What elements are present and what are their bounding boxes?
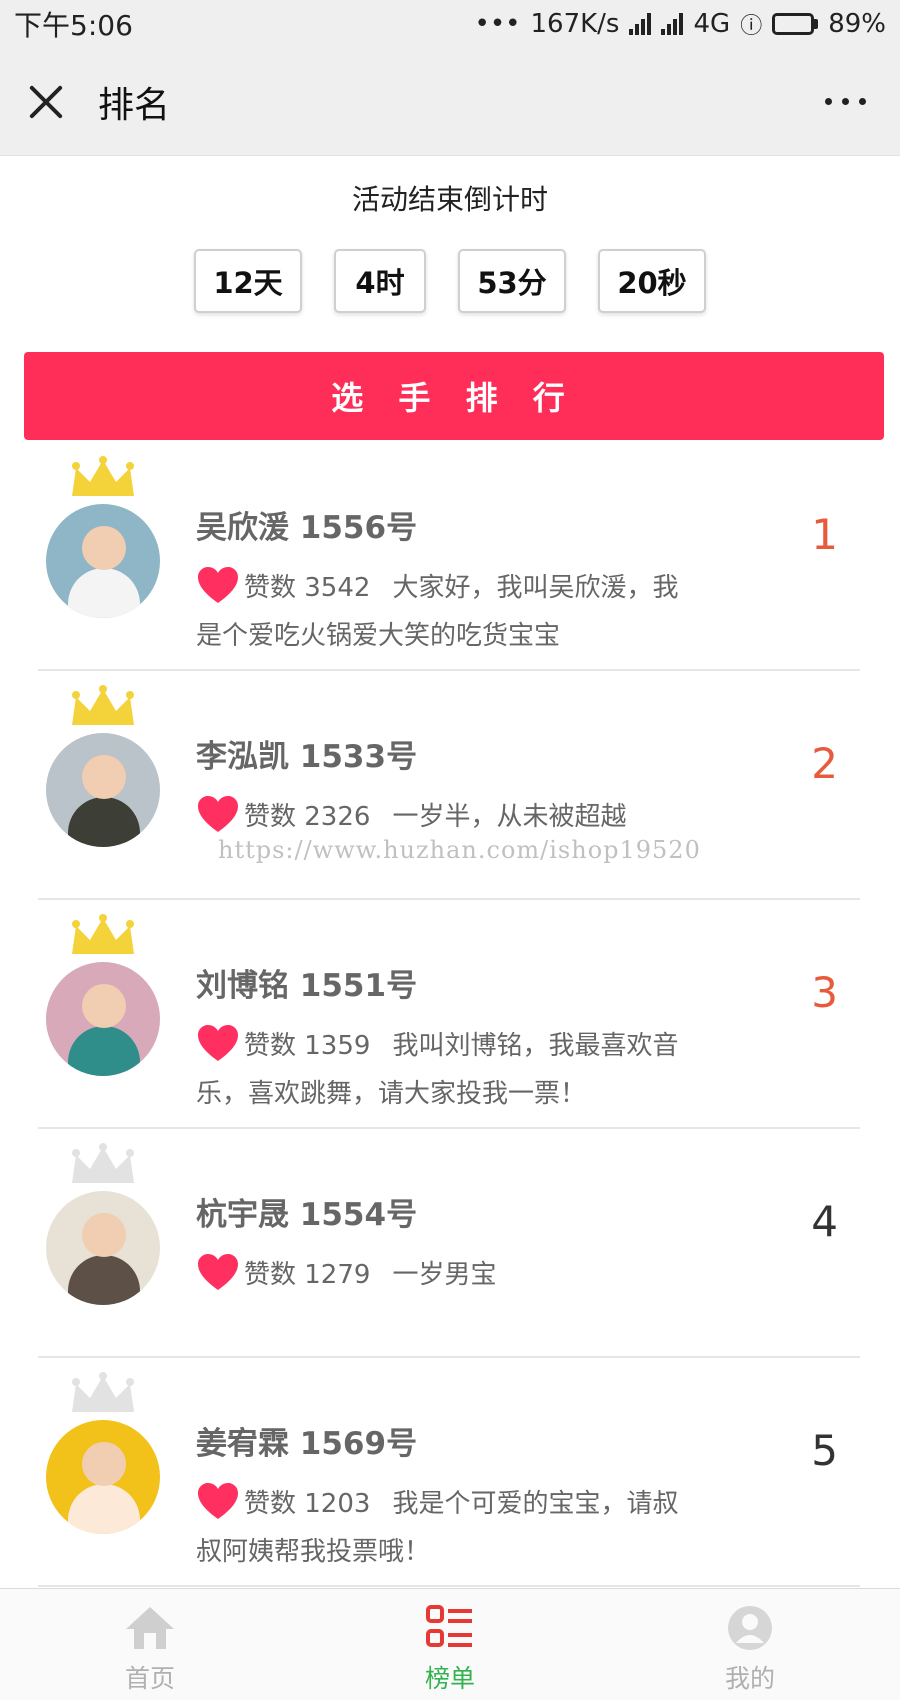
contestant-intro: 一岁男宝: [392, 1260, 497, 1290]
rank-number: 5: [811, 1426, 838, 1475]
heart-icon[interactable]: [196, 794, 240, 834]
tab-home[interactable]: 首页: [0, 1589, 300, 1700]
status-time: 下午5:06: [14, 9, 133, 42]
home-icon: [126, 1607, 174, 1649]
signal-icon: [629, 13, 652, 35]
vote-count: 赞数 1203: [244, 1489, 371, 1519]
status-bar: 下午5:06 ••• 167K/s 4G ⓘ 89%: [0, 0, 900, 48]
vote-count: 赞数 3542: [244, 573, 371, 603]
user-profile-icon: [728, 1606, 772, 1650]
contestant-description: 赞数 3542 大家好，我叫吴欣湲，我是个爱吃火锅爱大笑的吃货宝宝: [196, 564, 686, 660]
tab-ranking-label: 榜单: [424, 1664, 475, 1693]
contestant-row[interactable]: 吴欣湲 1556号赞数 3542 大家好，我叫吴欣湲，我是个爱吃火锅爱大笑的吃货宝…: [38, 442, 860, 671]
heart-icon[interactable]: [196, 1252, 240, 1292]
contestant-name: 杭宇晟 1554号: [196, 1197, 418, 1233]
contestant-intro: 一岁半，从未被超越: [392, 802, 627, 832]
rank-number: 4: [811, 1197, 838, 1246]
hd-signal-icon: [661, 13, 684, 35]
status-right: ••• 167K/s 4G ⓘ 89%: [474, 8, 886, 40]
tab-ranking[interactable]: 榜单: [300, 1589, 600, 1700]
heart-icon[interactable]: [196, 1481, 240, 1521]
countdown-hours: 4时: [334, 249, 426, 313]
contestant-name: 李泓凯 1533号: [196, 739, 418, 775]
avatar-with-crown: [46, 456, 162, 618]
avatar[interactable]: [46, 733, 160, 847]
contestant-description: 赞数 1279 一岁男宝: [196, 1251, 686, 1299]
tab-mine-label: 我的: [724, 1664, 775, 1693]
avatar[interactable]: [46, 1420, 160, 1534]
countdown-timer: 12天 4时 53分 20秒: [0, 249, 900, 313]
rank-number: 2: [811, 739, 838, 788]
avatar-with-crown: [46, 914, 162, 1076]
rank-number: 1: [811, 510, 838, 559]
contestant-name: 姜宥霖 1569号: [196, 1426, 418, 1462]
vote-count: 赞数 1279: [244, 1260, 371, 1290]
rank-number: 3: [811, 968, 838, 1017]
vote-count: 赞数 2326: [244, 802, 371, 832]
contestant-description: 赞数 2326 一岁半，从未被超越: [196, 793, 686, 841]
tab-mine[interactable]: 我的: [600, 1589, 900, 1700]
close-icon[interactable]: [24, 80, 68, 124]
charging-icon: ⓘ: [740, 14, 763, 39]
countdown-minutes: 53分: [458, 249, 566, 313]
tab-home-label: 首页: [124, 1664, 175, 1693]
status-dots: •••: [474, 9, 521, 39]
watermark-text: https://www.huzhan.com/ishop19520: [218, 836, 701, 864]
heart-icon[interactable]: [196, 1023, 240, 1063]
ranking-list-icon: [426, 1605, 472, 1647]
ranking-header-button[interactable]: 选 手 排 行: [24, 352, 884, 440]
contestant-row[interactable]: 杭宇晟 1554号赞数 1279 一岁男宝 4: [38, 1129, 860, 1358]
battery-level: 89%: [828, 9, 886, 39]
crown-icon: [72, 685, 134, 725]
network-speed: 167K/s: [530, 9, 620, 39]
avatar-with-crown: [46, 685, 162, 847]
avatar-with-crown: [46, 1143, 162, 1305]
countdown-label: 活动结束倒计时: [351, 183, 548, 216]
contestant-list: 吴欣湲 1556号赞数 3542 大家好，我叫吴欣湲，我是个爱吃火锅爱大笑的吃货宝…: [38, 442, 860, 1587]
avatar[interactable]: [46, 1191, 160, 1305]
more-menu-icon[interactable]: [815, 88, 876, 115]
avatar-with-crown: [46, 1372, 162, 1534]
crown-icon: [72, 456, 134, 496]
vote-count: 赞数 1359: [244, 1031, 371, 1061]
countdown-days: 12天: [194, 249, 302, 313]
avatar[interactable]: [46, 504, 160, 618]
contestant-row[interactable]: 姜宥霖 1569号赞数 1203 我是个可爱的宝宝，请叔叔阿姨帮我投票哦！ 5: [38, 1358, 860, 1587]
crown-icon: [72, 914, 134, 954]
heart-icon[interactable]: [196, 565, 240, 605]
crown-icon: [72, 1143, 134, 1183]
page-title: 排名: [98, 84, 171, 126]
battery-icon: [772, 13, 819, 35]
crown-icon: [72, 1372, 134, 1412]
contestant-name: 刘博铭 1551号: [196, 968, 418, 1004]
contestant-row[interactable]: 李泓凯 1533号赞数 2326 一岁半，从未被超越 2: [38, 671, 860, 900]
contestant-row[interactable]: 刘博铭 1551号赞数 1359 我叫刘博铭，我最喜欢音乐，喜欢跳舞，请大家投我一…: [38, 900, 860, 1129]
avatar[interactable]: [46, 962, 160, 1076]
bottom-tab-bar: 首页 榜单 我的: [0, 1588, 900, 1700]
contestant-name: 吴欣湲 1556号: [196, 510, 418, 546]
network-type: 4G: [693, 9, 731, 39]
countdown-seconds: 20秒: [598, 249, 706, 313]
contestant-description: 赞数 1203 我是个可爱的宝宝，请叔叔阿姨帮我投票哦！: [196, 1480, 686, 1576]
title-bar: 排名: [0, 48, 900, 156]
contestant-description: 赞数 1359 我叫刘博铭，我最喜欢音乐，喜欢跳舞，请大家投我一票！: [196, 1022, 686, 1118]
